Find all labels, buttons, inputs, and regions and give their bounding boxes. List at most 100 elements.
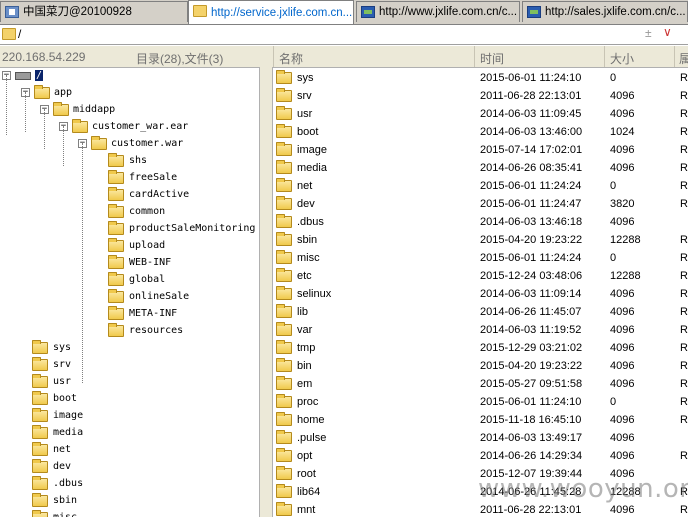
tab-sales-jxlife[interactable]: http://sales.jxlife.com.cn/c...	[522, 1, 688, 22]
folder-icon	[276, 412, 292, 426]
file-name: net	[297, 180, 313, 192]
file-time: 2014-06-26 14:29:34	[480, 450, 583, 462]
file-row[interactable]: .pulse 2014-06-03 13:49:17 4096	[273, 429, 688, 447]
file-size: 4096	[610, 360, 635, 372]
file-size: 4096	[610, 144, 635, 156]
folder-icon	[32, 510, 48, 517]
file-time: 2015-06-01 11:24:24	[480, 252, 582, 264]
folder-icon	[108, 323, 124, 337]
tree-item-label: resources	[129, 325, 184, 336]
folder-icon	[276, 88, 292, 102]
file-row[interactable]: bin 2015-04-20 19:23:22 4096 R	[273, 357, 688, 375]
file-row[interactable]: net 2015-06-01 11:24:24 0 R	[273, 177, 688, 195]
file-name: lib	[297, 306, 309, 318]
tree-item-label: /	[35, 70, 44, 81]
folder-icon	[276, 502, 292, 516]
file-time: 2014-06-03 13:46:00	[480, 126, 583, 138]
file-row[interactable]: proc 2015-06-01 11:24:10 0 R	[273, 393, 688, 411]
file-time: 2015-07-14 17:02:01	[480, 144, 583, 156]
file-row[interactable]: em 2015-05-27 09:51:58 4096 R	[273, 375, 688, 393]
file-row[interactable]: lib 2014-06-26 11:45:07 4096 R	[273, 303, 688, 321]
file-time: 2014-06-03 13:49:17	[480, 432, 583, 444]
folder-icon	[32, 357, 48, 371]
file-name: lib64	[297, 486, 321, 498]
address-bar[interactable]: / ± ∨	[0, 25, 688, 45]
file-time: 2015-06-01 11:24:10	[480, 396, 582, 408]
folder-icon	[32, 374, 48, 388]
file-name: em	[297, 378, 313, 390]
col-size-header[interactable]: 大小	[610, 50, 634, 67]
folder-icon	[276, 340, 292, 354]
file-row[interactable]: opt 2014-06-26 14:29:34 4096 R	[273, 447, 688, 465]
file-row[interactable]: selinux 2014-06-03 11:09:14 4096 R	[273, 285, 688, 303]
file-size: 0	[610, 72, 617, 84]
chevron-down-icon[interactable]: ∨	[663, 25, 672, 39]
path-input[interactable]: /	[18, 27, 21, 41]
file-row[interactable]: tmp 2015-12-29 03:21:02 4096 R	[273, 339, 688, 357]
tree-item-label: .dbus	[53, 478, 84, 489]
file-row[interactable]: var 2014-06-03 11:19:52 4096 R	[273, 321, 688, 339]
file-name: srv	[297, 90, 312, 102]
file-attr: R	[680, 198, 688, 210]
tree-item-label: sys	[53, 342, 72, 353]
plus-minus-button[interactable]: ±	[645, 26, 652, 40]
folder-icon	[34, 85, 50, 99]
folder-icon	[32, 340, 48, 354]
col-time-header[interactable]: 时间	[480, 50, 504, 67]
folder-icon	[276, 268, 292, 282]
file-time: 2011-06-28 22:13:01	[480, 504, 582, 516]
tab-caidao[interactable]: 中国菜刀@20100928	[0, 1, 188, 22]
file-row[interactable]: sys 2015-06-01 11:24:10 0 R	[273, 69, 688, 87]
tree-item-label: dev	[53, 461, 72, 472]
folder-icon	[276, 142, 292, 156]
file-row[interactable]: sbin 2015-04-20 19:23:22 12288 R	[273, 231, 688, 249]
file-list[interactable]: sys 2015-06-01 11:24:10 0 Rsrv 2011-06-28 22…	[273, 67, 688, 517]
file-time: 2014-06-26 08:35:41	[480, 162, 583, 174]
col-name-header[interactable]: 名称	[279, 50, 303, 67]
tree-item-label: customer_war.ear	[92, 121, 189, 132]
tree-item-label: onlineSale	[129, 291, 190, 302]
file-size: 4096	[610, 162, 635, 174]
file-size: 0	[610, 180, 617, 192]
header-divider	[273, 46, 274, 67]
file-row[interactable]: media 2014-06-26 08:35:41 4096 R	[273, 159, 688, 177]
file-row[interactable]: misc 2015-06-01 11:24:24 0 R	[273, 249, 688, 267]
tree-connector	[82, 143, 83, 383]
tree-connector	[25, 92, 26, 132]
file-row[interactable]: .dbus 2014-06-03 13:46:18 4096	[273, 213, 688, 231]
file-time: 2015-06-01 11:24:10	[480, 72, 582, 84]
tree-item-label: sbin	[53, 495, 78, 506]
header-divider	[674, 46, 675, 67]
tab-service-jxlife[interactable]: http://service.jxlife.com.cn...	[188, 0, 354, 24]
tree-item-label: productSaleMonitoring	[129, 223, 256, 234]
tab-www-jxlife[interactable]: http://www.jxlife.com.cn/c...	[356, 1, 520, 22]
folder-icon	[276, 304, 292, 318]
folder-icon	[108, 187, 124, 201]
file-size: 4096	[610, 90, 635, 102]
col-attr-header[interactable]: 属	[679, 50, 688, 67]
file-row[interactable]: usr 2014-06-03 11:09:45 4096 R	[273, 105, 688, 123]
file-row[interactable]: boot 2014-06-03 13:46:00 1024 R	[273, 123, 688, 141]
header-divider	[604, 46, 605, 67]
file-row[interactable]: home 2015-11-18 16:45:10 4096 R	[273, 411, 688, 429]
tree-item-label: customer.war	[111, 138, 184, 149]
file-time: 2015-11-18 16:45:10	[480, 414, 582, 426]
file-time: 2015-04-20 19:23:22	[480, 234, 583, 246]
directory-tree[interactable]: − / − app − middapp − customer_war.ear − customer…	[0, 67, 258, 517]
tree-item-label: shs	[129, 155, 148, 166]
file-row[interactable]: srv 2011-06-28 22:13:01 4096 R	[273, 87, 688, 105]
file-row[interactable]: etc 2015-12-24 03:48:06 12288 R	[273, 267, 688, 285]
file-attr: R	[680, 126, 688, 138]
tab-label: http://sales.jxlife.com.cn/c...	[545, 6, 686, 18]
file-time: 2011-06-28 22:13:01	[480, 90, 582, 102]
folder-icon	[276, 430, 292, 444]
file-name: misc	[297, 252, 320, 264]
file-row[interactable]: image 2015-07-14 17:02:01 4096 R	[273, 141, 688, 159]
file-name: var	[297, 324, 313, 336]
pane-splitter[interactable]	[259, 67, 273, 517]
folder-icon	[108, 238, 124, 252]
tree-item-label: net	[53, 444, 72, 455]
file-row[interactable]: dev 2015-06-01 11:24:47 3820 R	[273, 195, 688, 213]
tree-item-label: app	[54, 87, 73, 98]
file-time: 2015-05-27 09:51:58	[480, 378, 583, 390]
